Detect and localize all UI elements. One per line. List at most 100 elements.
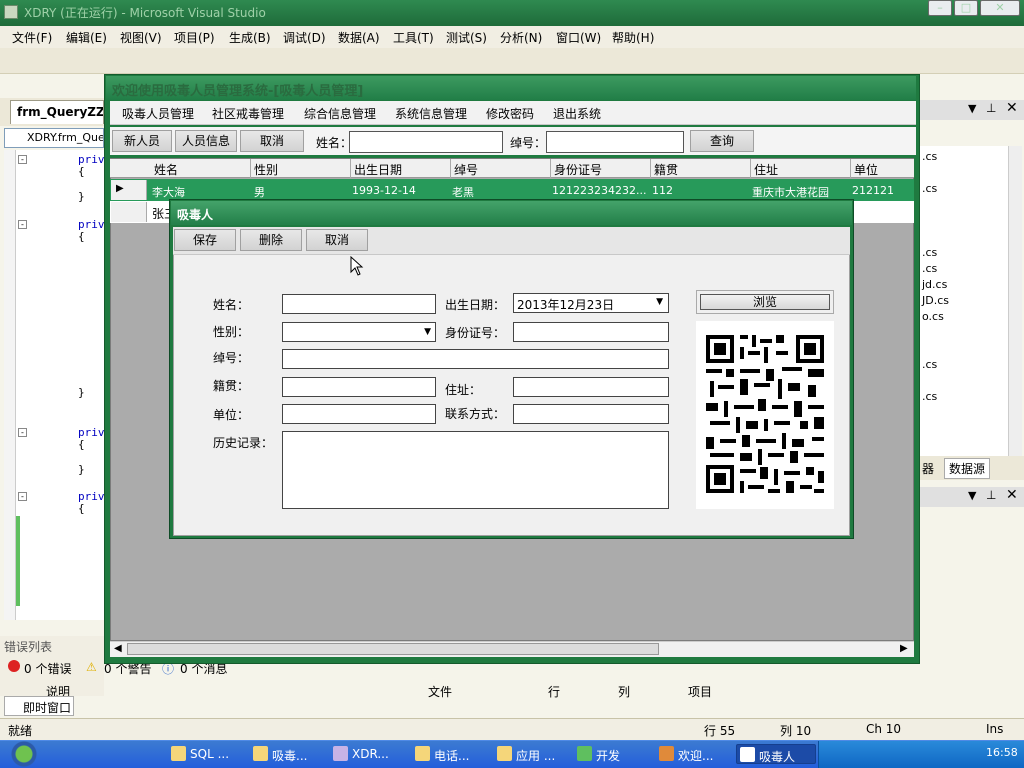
taskbar-item-app[interactable]: 应用 ... bbox=[494, 744, 570, 764]
immediate-window-tab[interactable]: 即时窗口 bbox=[4, 696, 74, 716]
editor-tab[interactable]: frm_QueryZZJD bbox=[10, 100, 104, 124]
errors-count-button[interactable]: 0 个错误 bbox=[24, 660, 71, 677]
col-birth[interactable]: 出生日期 bbox=[354, 161, 402, 178]
row-selector[interactable] bbox=[111, 202, 147, 222]
dialog-cancel-button[interactable]: 取消 bbox=[306, 229, 368, 251]
id-input[interactable] bbox=[513, 322, 669, 342]
alias-search-input[interactable] bbox=[546, 131, 684, 153]
birth-date-picker[interactable]: 2013年12月23日 ▼ bbox=[513, 293, 669, 313]
menu-change-password[interactable]: 修改密码 bbox=[486, 105, 534, 122]
taskbar-item-folder[interactable]: 吸毒... bbox=[250, 744, 326, 764]
close-button[interactable]: ✕ bbox=[980, 0, 1020, 16]
file-item[interactable]: o.cs bbox=[922, 310, 944, 323]
name-search-input[interactable] bbox=[349, 131, 503, 153]
fold-toggle-icon[interactable]: - bbox=[18, 155, 27, 164]
photo-box[interactable] bbox=[696, 321, 834, 509]
taskbar-item-welcome[interactable]: 欢迎... bbox=[656, 744, 734, 764]
alias-input[interactable] bbox=[282, 349, 669, 369]
cancel-button[interactable]: 取消 bbox=[240, 130, 304, 152]
class-combo[interactable]: XDRY.frm_Query bbox=[4, 128, 104, 148]
file-item[interactable]: .cs bbox=[922, 390, 937, 403]
scroll-right-icon[interactable]: ▶ bbox=[900, 643, 908, 654]
menu-edit[interactable]: 编辑(E) bbox=[66, 29, 107, 46]
col-column[interactable]: 列 bbox=[618, 683, 630, 700]
menu-exit[interactable]: 退出系统 bbox=[553, 105, 601, 122]
taskbar-item-dev[interactable]: 开发 bbox=[574, 744, 652, 764]
col-gender[interactable]: 性别 bbox=[254, 161, 278, 178]
menu-drug-users[interactable]: 吸毒人员管理 bbox=[122, 105, 194, 122]
col-address[interactable]: 住址 bbox=[754, 161, 778, 178]
browse-button[interactable]: 浏览 bbox=[700, 294, 830, 310]
menu-general-info[interactable]: 综合信息管理 bbox=[304, 105, 376, 122]
menu-build[interactable]: 生成(B) bbox=[229, 29, 271, 46]
taskbar-item-dialog[interactable]: 吸毒人 bbox=[736, 744, 816, 764]
query-button[interactable]: 查询 bbox=[690, 130, 754, 152]
gender-select[interactable]: ▼ bbox=[282, 322, 436, 342]
solution-scrollbar[interactable] bbox=[1008, 146, 1022, 456]
clock[interactable]: 16:58 bbox=[986, 746, 1018, 759]
tab-toolbox[interactable]: 器 bbox=[922, 460, 934, 477]
file-item[interactable]: .cs bbox=[922, 182, 937, 195]
minimize-button[interactable]: – bbox=[928, 0, 952, 16]
col-project[interactable]: 项目 bbox=[688, 683, 712, 700]
col-id[interactable]: 身份证号 bbox=[554, 161, 602, 178]
file-item[interactable]: jd.cs bbox=[922, 278, 947, 291]
maximize-button[interactable]: □ bbox=[954, 0, 978, 16]
person-info-button[interactable]: 人员信息 bbox=[175, 130, 237, 152]
menu-view[interactable]: 视图(V) bbox=[120, 29, 162, 46]
menu-file[interactable]: 文件(F) bbox=[12, 29, 52, 46]
name-search-label: 姓名： bbox=[316, 136, 353, 150]
tab-datasource[interactable]: 数据源 bbox=[944, 458, 991, 479]
menu-data[interactable]: 数据(A) bbox=[338, 29, 380, 46]
row-selector[interactable]: ▶ bbox=[111, 180, 147, 200]
native-input[interactable] bbox=[282, 377, 436, 397]
unit-input[interactable] bbox=[282, 404, 436, 424]
taskbar-item-vs[interactable]: XDR... bbox=[330, 744, 410, 764]
file-item[interactable]: .cs bbox=[922, 358, 937, 371]
cell-name: 李大海 bbox=[152, 186, 185, 199]
delete-button[interactable]: 删除 bbox=[240, 229, 302, 251]
pin-icon[interactable]: ⊥ bbox=[986, 101, 996, 115]
col-alias[interactable]: 绰号 bbox=[454, 161, 478, 178]
close-pane-icon[interactable]: ✕ bbox=[1006, 487, 1018, 503]
contact-input[interactable] bbox=[513, 404, 669, 424]
menu-debug[interactable]: 调试(D) bbox=[283, 29, 326, 46]
file-item[interactable]: JD.cs bbox=[922, 294, 949, 307]
start-button[interactable] bbox=[2, 740, 46, 768]
file-item[interactable]: .cs bbox=[922, 150, 937, 163]
scroll-left-icon[interactable]: ◀ bbox=[114, 643, 122, 654]
menu-test[interactable]: 测试(S) bbox=[446, 29, 487, 46]
menu-help[interactable]: 帮助(H) bbox=[612, 29, 654, 46]
menu-window[interactable]: 窗口(W) bbox=[556, 29, 601, 46]
taskbar-item-sql[interactable]: SQL ... bbox=[168, 744, 246, 764]
name-input[interactable] bbox=[282, 294, 436, 314]
menu-tools[interactable]: 工具(T) bbox=[393, 29, 434, 46]
col-line[interactable]: 行 bbox=[548, 683, 560, 700]
file-item[interactable]: .cs bbox=[922, 262, 937, 275]
menu-system-info[interactable]: 系统信息管理 bbox=[395, 105, 467, 122]
col-file[interactable]: 文件 bbox=[428, 683, 452, 700]
chevron-down-icon[interactable]: ▼ bbox=[656, 297, 663, 307]
col-name[interactable]: 姓名 bbox=[154, 161, 178, 178]
dropdown-icon[interactable]: ▼ bbox=[968, 489, 976, 502]
fold-toggle-icon[interactable]: - bbox=[18, 220, 27, 229]
menu-project[interactable]: 项目(P) bbox=[174, 29, 215, 46]
address-input[interactable] bbox=[513, 377, 669, 397]
col-unit[interactable]: 单位 bbox=[854, 161, 878, 178]
col-native[interactable]: 籍贯 bbox=[654, 161, 678, 178]
pin-icon[interactable]: ⊥ bbox=[986, 488, 996, 502]
dropdown-icon[interactable]: ▼ bbox=[968, 102, 976, 115]
grid-scroll-thumb[interactable] bbox=[127, 643, 659, 655]
fold-toggle-icon[interactable]: - bbox=[18, 428, 27, 437]
new-person-button[interactable]: 新人员 bbox=[112, 130, 172, 152]
menu-community-rehab[interactable]: 社区戒毒管理 bbox=[212, 105, 284, 122]
save-button[interactable]: 保存 bbox=[174, 229, 236, 251]
fold-toggle-icon[interactable]: - bbox=[18, 492, 27, 501]
table-row[interactable]: 李大海 男 1993-12-14 老黑 121223234232... 112 … bbox=[110, 179, 914, 201]
file-item[interactable]: .cs bbox=[922, 246, 937, 259]
taskbar-item-phone[interactable]: 电话... bbox=[412, 744, 492, 764]
close-pane-icon[interactable]: ✕ bbox=[1006, 100, 1018, 116]
history-textarea[interactable] bbox=[282, 431, 669, 509]
chevron-down-icon[interactable]: ▼ bbox=[424, 327, 431, 337]
menu-analyze[interactable]: 分析(N) bbox=[500, 29, 542, 46]
